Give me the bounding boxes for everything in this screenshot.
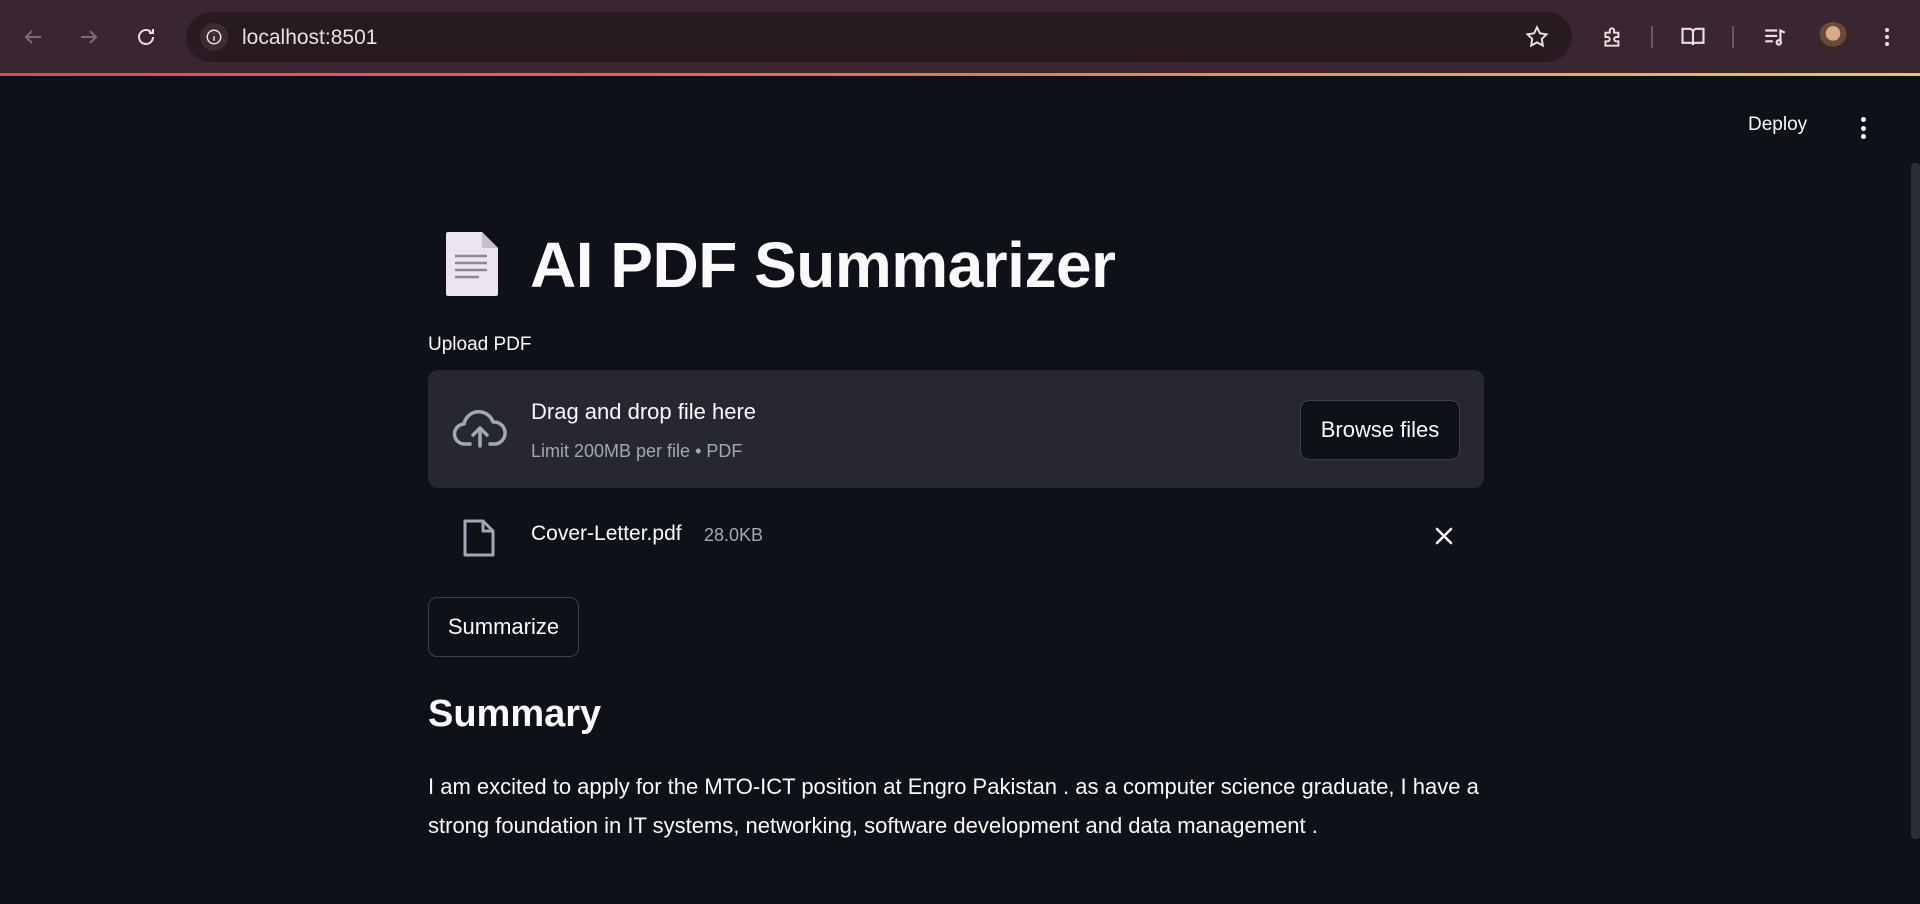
page-loading-accent [0, 73, 1920, 76]
dropzone-limit: Limit 200MB per file • PDF [531, 441, 743, 461]
site-info-icon[interactable] [200, 23, 228, 51]
star-icon[interactable] [1524, 24, 1550, 50]
file-icon [463, 519, 495, 557]
uploaded-file-name: Cover-Letter.pdf [531, 522, 682, 545]
back-button[interactable] [16, 20, 50, 54]
scrollbar[interactable] [1911, 163, 1920, 839]
cloud-upload-icon [452, 409, 507, 448]
kebab-dot [1860, 134, 1866, 139]
url-text[interactable]: localhost:8501 [242, 26, 377, 50]
kebab-menu-icon [1885, 28, 1889, 46]
arrow-right-icon [81, 30, 98, 44]
dropzone-instructions: Drag and drop file here [531, 399, 757, 424]
browser-toolbar: localhost:8501 [0, 0, 1920, 74]
deploy-button[interactable]: Deploy [1748, 114, 1807, 136]
page-title: AI PDF Summarizer [530, 229, 1116, 301]
puzzle-icon [1604, 27, 1620, 47]
app-menu-button[interactable] [1853, 113, 1873, 143]
summarize-button[interactable]: Summarize [428, 597, 579, 657]
toolbar-divider [1732, 26, 1734, 48]
playlist-icon [1765, 28, 1786, 46]
summary-heading: Summary [428, 693, 602, 735]
reload-button[interactable] [129, 20, 163, 54]
book-icon [1681, 27, 1705, 46]
uploaded-file-size: 28.0KB [704, 525, 764, 545]
close-icon[interactable] [1432, 524, 1456, 548]
reading-mode-button[interactable] [1678, 22, 1708, 52]
forward-button[interactable] [72, 20, 106, 54]
reload-icon [138, 29, 154, 45]
kebab-dot [1860, 125, 1866, 131]
document-icon [446, 232, 498, 296]
address-bar[interactable]: localhost:8501 [186, 12, 1572, 62]
kebab-menu-icon [1860, 117, 1866, 122]
upload-label: Upload PDF [428, 334, 532, 355]
summary-text: I am excited to apply for the MTO-ICT po… [428, 774, 1479, 838]
browse-files-button[interactable]: Browse files [1300, 400, 1460, 460]
extensions-button[interactable] [1598, 22, 1628, 52]
toolbar-divider [1651, 26, 1653, 48]
media-controls-button[interactable] [1760, 22, 1790, 52]
browser-menu-button[interactable] [1872, 22, 1902, 52]
file-dropzone[interactable]: Drag and drop file here Limit 200MB per … [428, 370, 1484, 488]
arrow-left-icon [24, 30, 41, 44]
avatar[interactable] [1818, 22, 1848, 52]
